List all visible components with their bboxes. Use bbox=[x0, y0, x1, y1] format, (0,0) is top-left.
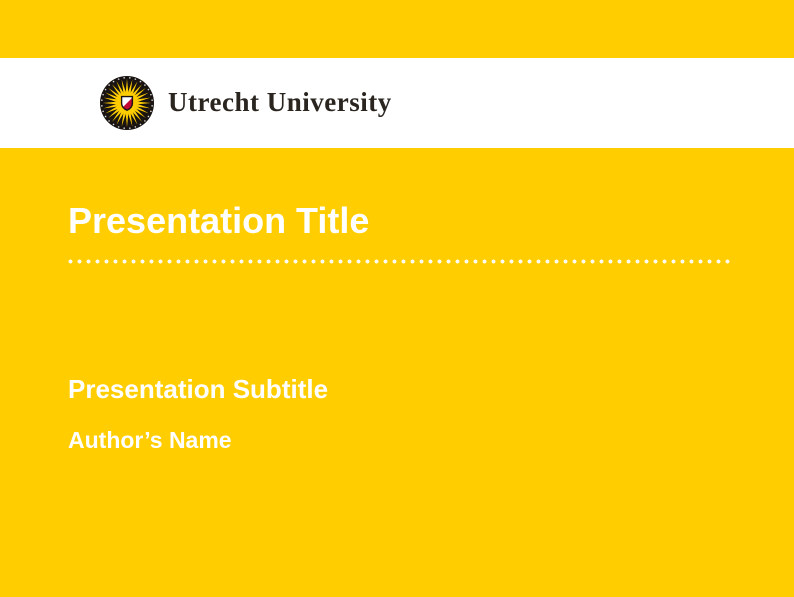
uu-sun-emblem-icon bbox=[100, 76, 154, 130]
presentation-title: Presentation Title bbox=[68, 203, 369, 239]
dotted-divider bbox=[66, 258, 731, 265]
top-accent-band bbox=[0, 0, 794, 58]
utrecht-university-logo: Utrecht University bbox=[100, 58, 392, 148]
presentation-subtitle: Presentation Subtitle bbox=[68, 376, 328, 402]
university-wordmark: Utrecht University bbox=[168, 87, 392, 120]
author-name: Author’s Name bbox=[68, 429, 232, 452]
title-slide: Utrecht University Presentation Title Pr… bbox=[0, 0, 794, 597]
